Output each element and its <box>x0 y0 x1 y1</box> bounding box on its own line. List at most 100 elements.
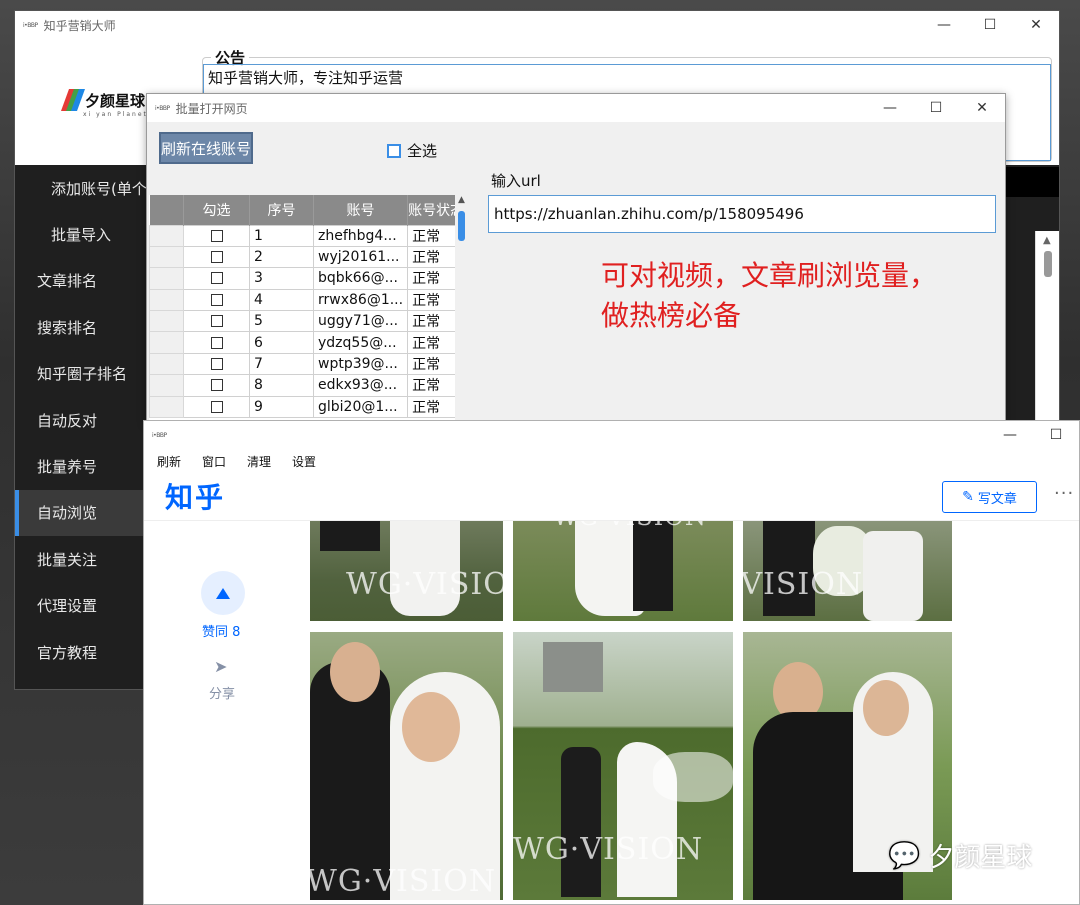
checkbox-icon[interactable] <box>210 229 223 242</box>
row-account: edkx93@... <box>312 374 409 397</box>
row-account: wyj20161... <box>312 245 409 269</box>
table-row[interactable]: 7 wptp39@... 正常 <box>149 352 466 376</box>
checkbox-icon[interactable] <box>210 400 223 413</box>
row-checkbox-cell[interactable] <box>183 374 250 397</box>
row-header-cell[interactable] <box>149 224 184 247</box>
article-photo: WG·VISION <box>310 632 503 900</box>
scroll-up-icon[interactable]: ▲ <box>1043 235 1051 246</box>
batch-window-title: 批量打开网页 <box>175 101 248 116</box>
refresh-accounts-button[interactable]: 刷新在线账号 <box>159 132 253 164</box>
promo-line: 做热榜必备 <box>601 299 742 332</box>
row-checkbox-cell[interactable] <box>183 310 250 333</box>
menu-clean[interactable]: 清理 <box>247 453 271 470</box>
row-checkbox-cell[interactable] <box>183 267 250 290</box>
app-icon: i•BBP <box>23 21 38 29</box>
table-row[interactable]: 3 bqbk66@... 正常 <box>149 267 466 290</box>
photo-watermark: WG·VISION <box>743 567 864 602</box>
main-titlebar[interactable]: i•BBP 知乎营销大师 — ☐ ✕ <box>15 11 1059 39</box>
article-photo: WG·VISION <box>310 521 503 621</box>
row-checkbox-cell[interactable] <box>183 395 250 419</box>
row-account: zhefhbg4... <box>312 224 409 247</box>
row-number: 2 <box>249 245 314 269</box>
table-row[interactable]: 9 glbi20@1... 正常 <box>149 395 466 419</box>
main-window-title: 知乎营销大师 <box>43 18 116 33</box>
zhihu-menubar: 刷新 窗口 清理 设置 <box>144 449 1079 473</box>
row-header-cell[interactable] <box>149 395 184 419</box>
scroll-thumb[interactable] <box>458 211 465 241</box>
table-scrollbar[interactable]: ▲ <box>455 195 469 422</box>
row-header-cell[interactable] <box>149 288 184 312</box>
row-number: 7 <box>249 352 314 376</box>
table-row[interactable]: 5 uggy71@... 正常 <box>149 310 466 333</box>
checkbox-icon[interactable] <box>210 379 223 392</box>
checkbox-icon[interactable] <box>210 251 223 264</box>
menu-window[interactable]: 窗口 <box>202 453 226 470</box>
row-checkbox-cell[interactable] <box>183 245 250 269</box>
checkbox-icon[interactable] <box>210 315 223 328</box>
row-header-cell[interactable] <box>149 374 184 397</box>
row-header-cell[interactable] <box>149 245 184 269</box>
row-header-cell[interactable] <box>149 331 184 354</box>
row-header-cell[interactable] <box>149 310 184 333</box>
row-number: 1 <box>249 224 314 247</box>
minimize-button[interactable]: — <box>987 421 1033 449</box>
zhihu-titlebar[interactable]: i•BBP — ☐ <box>144 421 1079 449</box>
row-account: bqbk66@... <box>312 267 409 290</box>
table-row[interactable]: 6 ydzq55@... 正常 <box>149 331 466 354</box>
share-icon[interactable]: ➤ <box>214 657 227 676</box>
table-header[interactable]: 序号 <box>249 195 314 225</box>
row-checkbox-cell[interactable] <box>183 288 250 312</box>
upvote-icon <box>216 587 230 599</box>
table-header[interactable]: 勾选 <box>183 195 250 225</box>
row-header-cell[interactable] <box>149 352 184 376</box>
app-icon: i•BBP <box>155 104 170 112</box>
row-checkbox-cell[interactable] <box>183 331 250 354</box>
menu-settings[interactable]: 设置 <box>292 453 316 470</box>
table-row[interactable]: 8 edkx93@... 正常 <box>149 374 466 397</box>
maximize-button[interactable]: ☐ <box>913 94 959 122</box>
row-number: 4 <box>249 288 314 312</box>
row-checkbox-cell[interactable] <box>183 352 250 376</box>
write-article-button[interactable]: ✎ 写文章 <box>942 481 1037 513</box>
checkbox-icon[interactable] <box>387 143 401 158</box>
photo-watermark: WG·VISION <box>513 832 704 867</box>
row-header-cell[interactable] <box>149 267 184 290</box>
table-row[interactable]: 2 wyj20161... 正常 <box>149 245 466 269</box>
minimize-button[interactable]: — <box>921 11 967 39</box>
table-row[interactable]: 1 zhefhbg4... 正常 <box>149 224 466 247</box>
table-row[interactable]: 4 rrwx86@1... 正常 <box>149 288 466 312</box>
table-header[interactable]: 账号 <box>313 195 409 225</box>
menu-refresh[interactable]: 刷新 <box>157 453 181 470</box>
select-all-checkbox[interactable]: 全选 <box>387 140 437 161</box>
batch-titlebar[interactable]: i•BBP 批量打开网页 — ☐ ✕ <box>147 94 1005 122</box>
minimize-button[interactable]: — <box>867 94 913 122</box>
checkbox-icon[interactable] <box>210 336 223 349</box>
zhihu-logo[interactable]: 知乎 <box>165 476 225 516</box>
row-checkbox-cell[interactable] <box>183 224 250 247</box>
row-number: 3 <box>249 267 314 290</box>
checkbox-icon[interactable] <box>210 272 223 285</box>
wechat-watermark-text: 夕颜星球 <box>928 843 1033 873</box>
close-button[interactable]: ✕ <box>1013 11 1059 39</box>
maximize-button[interactable]: ☐ <box>1033 421 1079 449</box>
edit-icon: ✎ <box>962 489 974 505</box>
row-account: glbi20@1... <box>312 395 409 419</box>
row-number: 6 <box>249 331 314 354</box>
logo: 夕颜星球 xi yan Planet <box>60 89 146 118</box>
close-button[interactable]: ✕ <box>959 94 1005 122</box>
url-input[interactable] <box>488 195 996 233</box>
scroll-thumb[interactable] <box>1044 251 1052 277</box>
logo-subtext: xi yan Planet <box>83 111 148 118</box>
upvote-count[interactable]: 赞同 8 <box>202 621 240 640</box>
row-number: 5 <box>249 310 314 333</box>
checkbox-icon[interactable] <box>210 293 223 306</box>
table-header[interactable] <box>149 195 184 225</box>
more-icon[interactable]: ··· <box>1054 483 1074 504</box>
maximize-button[interactable]: ☐ <box>967 11 1013 39</box>
checkbox-icon[interactable] <box>210 358 223 371</box>
share-label[interactable]: 分享 <box>209 683 235 702</box>
upvote-button[interactable] <box>201 571 245 615</box>
wechat-icon: 💬 <box>888 840 921 871</box>
scroll-up-icon[interactable]: ▲ <box>458 195 465 205</box>
logo-mark-icon <box>60 89 86 111</box>
